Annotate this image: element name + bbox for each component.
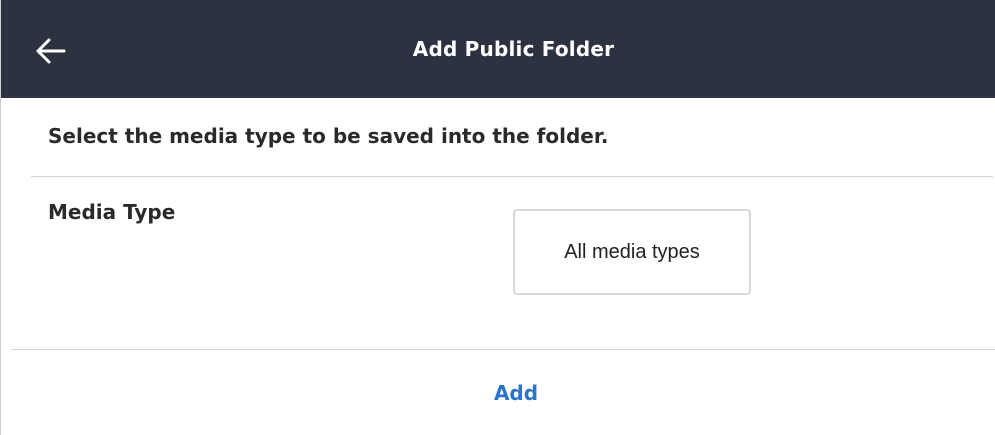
arrow-left-icon <box>30 31 70 71</box>
add-button[interactable]: Add <box>1 350 995 435</box>
media-type-select[interactable]: All media types <box>513 209 751 295</box>
back-button[interactable] <box>27 28 73 74</box>
media-type-label: Media Type <box>48 200 176 224</box>
divider <box>31 176 993 177</box>
add-public-folder-dialog: Add Public Folder Select the media type … <box>0 0 995 435</box>
page-title: Add Public Folder <box>412 37 615 61</box>
media-type-value: All media types <box>564 240 700 263</box>
title-bar: Add Public Folder <box>1 0 995 98</box>
add-button-label: Add <box>493 380 539 405</box>
instruction-text: Select the media type to be saved into t… <box>48 124 609 148</box>
